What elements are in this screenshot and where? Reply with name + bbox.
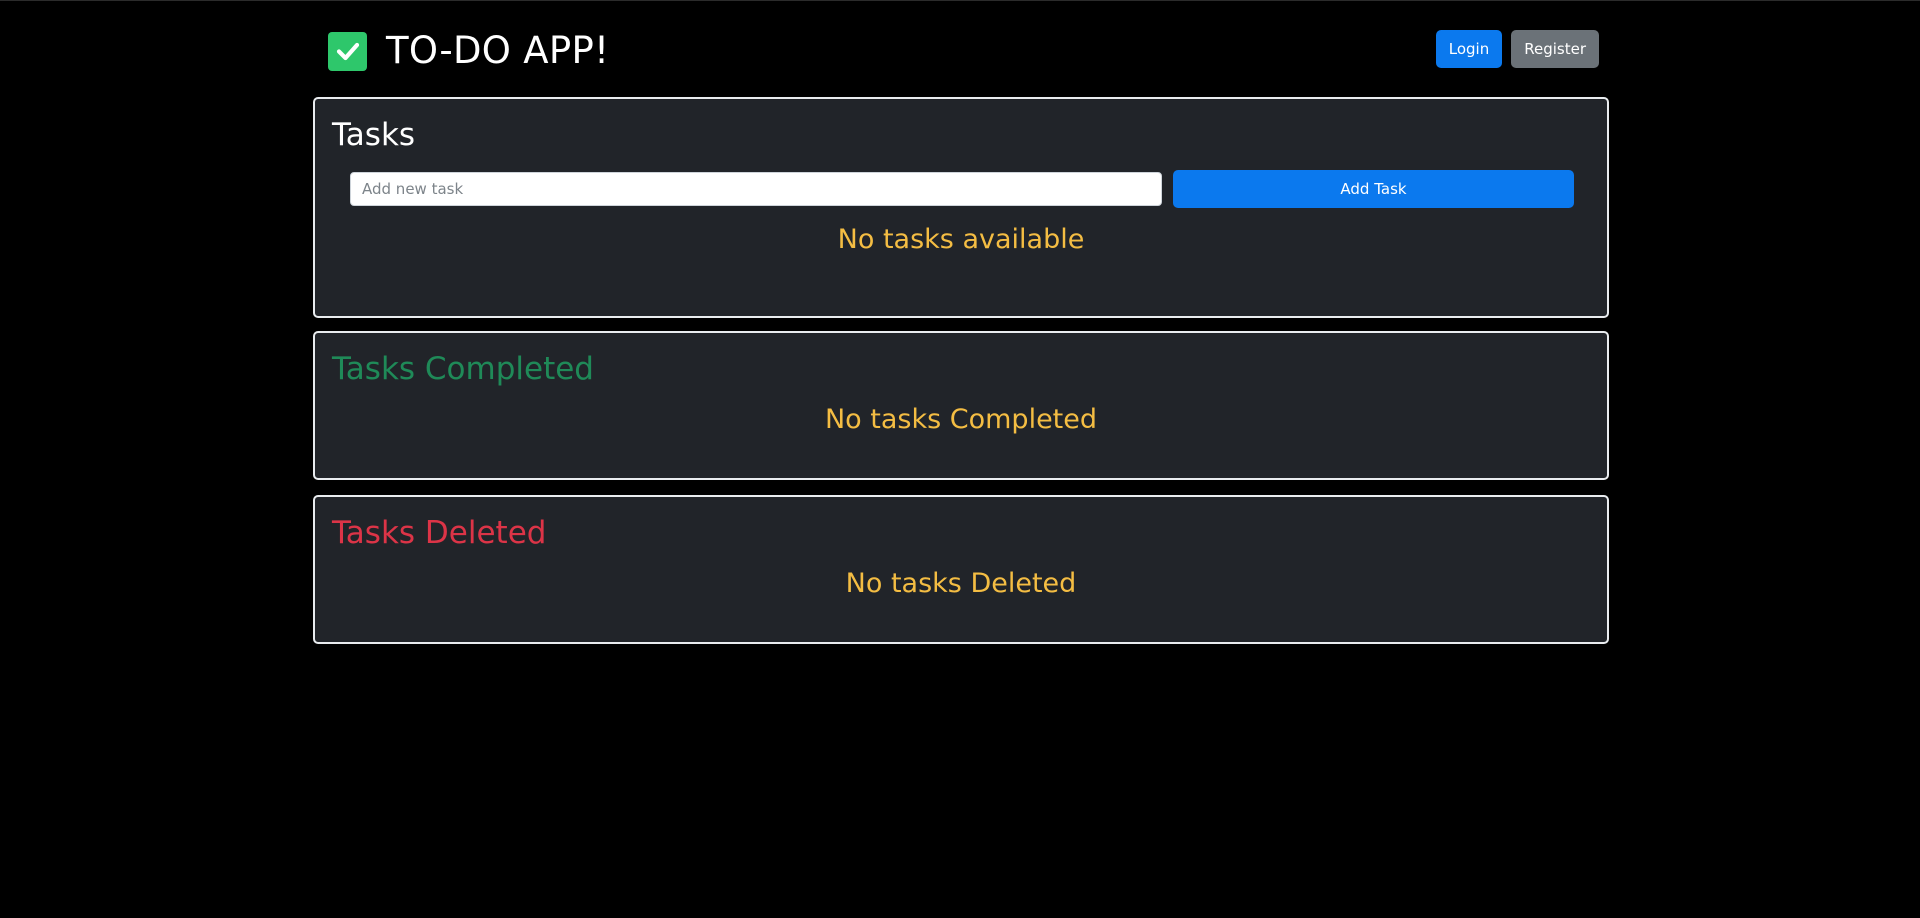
brand: TO-DO APP!: [328, 31, 609, 71]
top-border: [0, 0, 1920, 1]
completed-card: Tasks Completed No tasks Completed: [313, 331, 1609, 480]
tasks-card: Tasks Add Task No tasks available: [313, 97, 1609, 318]
register-button[interactable]: Register: [1511, 30, 1599, 68]
deleted-empty-message: No tasks Deleted: [845, 568, 1077, 599]
tasks-empty-message: No tasks available: [837, 224, 1085, 255]
add-task-button[interactable]: Add Task: [1173, 170, 1574, 208]
login-button[interactable]: Login: [1435, 30, 1503, 68]
check-square-icon: [328, 31, 367, 71]
app-title: TO-DO APP!: [386, 29, 610, 72]
completed-empty-message: No tasks Completed: [824, 404, 1098, 435]
completed-heading: Tasks Completed: [332, 351, 594, 387]
deleted-heading: Tasks Deleted: [332, 515, 547, 551]
deleted-card: Tasks Deleted No tasks Deleted: [313, 495, 1609, 644]
new-task-input[interactable]: [350, 172, 1162, 206]
tasks-heading: Tasks: [332, 117, 416, 153]
app-header: TO-DO APP! Login Register: [313, 28, 1607, 74]
check-mark-icon: [336, 42, 359, 61]
auth-buttons: Login Register: [1435, 30, 1599, 68]
